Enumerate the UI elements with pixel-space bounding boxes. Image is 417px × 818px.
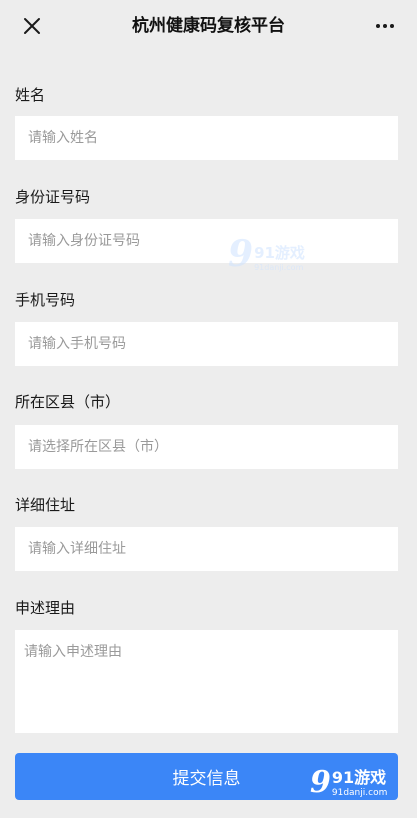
id-number-label: 身份证号码 bbox=[15, 188, 91, 206]
name-label: 姓名 bbox=[15, 86, 46, 104]
address-label: 详细住址 bbox=[15, 496, 76, 514]
submit-button[interactable]: 提交信息 bbox=[15, 753, 398, 800]
nav-bar: 杭州健康码复核平台 bbox=[0, 0, 417, 52]
close-button[interactable] bbox=[18, 12, 46, 40]
watermark-url: 91danji.com bbox=[254, 263, 304, 272]
page-title: 杭州健康码复核平台 bbox=[132, 16, 285, 36]
more-icon bbox=[376, 24, 394, 28]
id-number-input[interactable] bbox=[15, 219, 398, 263]
address-input[interactable] bbox=[15, 527, 398, 571]
district-label: 所在区县（市） bbox=[15, 393, 121, 411]
reason-label: 申述理由 bbox=[15, 599, 76, 617]
name-input[interactable] bbox=[15, 116, 398, 160]
more-button[interactable] bbox=[371, 12, 399, 40]
district-select[interactable] bbox=[15, 425, 398, 469]
reason-textarea[interactable] bbox=[15, 630, 398, 733]
phone-label: 手机号码 bbox=[15, 291, 76, 309]
phone-input[interactable] bbox=[15, 322, 398, 366]
close-icon bbox=[24, 18, 40, 34]
